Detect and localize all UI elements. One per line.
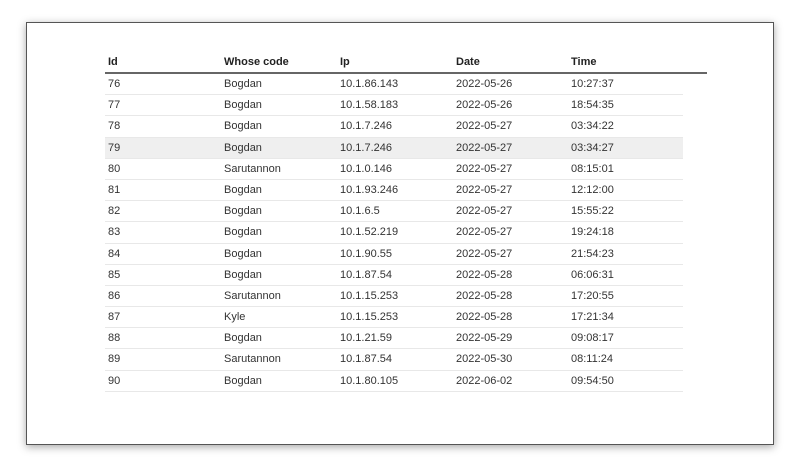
cell-time: 09:54:50 <box>571 374 614 387</box>
cell-ip: 10.1.52.219 <box>340 226 399 239</box>
cell-whose-code: Sarutannon <box>224 289 281 302</box>
table-row[interactable]: 80 Sarutannon 10.1.0.146 2022-05-27 08:15:01 <box>105 159 683 180</box>
cell-date: 2022-05-27 <box>456 141 513 154</box>
cell-time: 09:08:17 <box>571 332 614 345</box>
cell-date: 2022-05-28 <box>456 268 513 281</box>
cell-whose-code: Bogdan <box>224 205 262 218</box>
log-table: Id Whose code Ip Date Time 76 Bogdan 10.1.… <box>105 51 707 392</box>
cell-time: 06:06:31 <box>571 268 614 281</box>
table-row[interactable]: 86 Sarutannon 10.1.15.253 2022-05-28 17:20:5… <box>105 286 683 308</box>
cell-whose-code: Bogdan <box>224 99 262 112</box>
cell-date: 2022-05-29 <box>456 332 513 345</box>
cell-whose-code: Bogdan <box>224 247 262 260</box>
cell-date: 2022-05-28 <box>456 311 513 324</box>
table-row[interactable]: 78 Bogdan 10.1.7.246 2022-05-27 03:34:22 <box>105 116 683 138</box>
cell-id: 90 <box>108 374 121 387</box>
cell-ip: 10.1.15.253 <box>340 289 399 302</box>
cell-whose-code: Bogdan <box>224 78 262 90</box>
table-row[interactable]: 83 Bogdan 10.1.52.219 2022-05-27 19:24:18 <box>105 222 683 244</box>
cell-id: 76 <box>108 78 121 90</box>
cell-ip: 10.1.90.55 <box>340 247 392 260</box>
cell-id: 83 <box>108 226 121 239</box>
cell-time: 17:20:55 <box>571 289 614 302</box>
table-row[interactable]: 79 Bogdan 10.1.7.246 2022-05-27 03:34:27 <box>105 137 683 159</box>
cell-date: 2022-05-30 <box>456 353 513 366</box>
cell-date: 2022-05-27 <box>456 162 513 175</box>
cell-date: 2022-05-27 <box>456 247 513 260</box>
cell-ip: 10.1.7.246 <box>340 141 392 154</box>
cell-time: 18:54:35 <box>571 99 614 112</box>
cell-id: 82 <box>108 205 121 218</box>
table-row[interactable]: 76 Bogdan 10.1.86.143 2022-05-26 10:27:37 <box>105 74 683 96</box>
cell-whose-code: Bogdan <box>224 332 262 345</box>
cell-id: 81 <box>108 183 121 196</box>
cell-whose-code: Bogdan <box>224 374 262 387</box>
cell-whose-code: Bogdan <box>224 226 262 239</box>
cell-whose-code: Bogdan <box>224 268 262 281</box>
cell-whose-code: Kyle <box>224 311 246 324</box>
cell-whose-code: Sarutannon <box>224 162 281 175</box>
cell-whose-code: Bogdan <box>224 183 262 196</box>
table-row[interactable]: 90 Bogdan 10.1.80.105 2022-06-02 09:54:50 <box>105 371 683 392</box>
cell-id: 85 <box>108 268 121 281</box>
cell-date: 2022-05-27 <box>456 120 513 133</box>
cell-date: 2022-05-28 <box>456 289 513 302</box>
cell-whose-code: Bogdan <box>224 120 262 133</box>
cell-id: 89 <box>108 353 121 366</box>
header-id[interactable]: Id <box>108 56 118 68</box>
table-row[interactable]: 82 Bogdan 10.1.6.5 2022-05-27 15:55:22 <box>105 201 683 223</box>
cell-date: 2022-05-27 <box>456 205 513 218</box>
table-row[interactable]: 81 Bogdan 10.1.93.246 2022-05-27 12:12:00 <box>105 180 683 202</box>
cell-time: 10:27:37 <box>571 78 614 90</box>
cell-id: 79 <box>108 141 121 154</box>
cell-whose-code: Bogdan <box>224 141 262 154</box>
cell-id: 78 <box>108 120 121 133</box>
table-body: 76 Bogdan 10.1.86.143 2022-05-26 10:27:37 77 B… <box>105 74 707 392</box>
cell-ip: 10.1.58.183 <box>340 99 399 112</box>
cell-time: 08:15:01 <box>571 162 614 175</box>
header-whose-code[interactable]: Whose code <box>224 56 289 68</box>
header-date[interactable]: Date <box>456 56 480 68</box>
cell-id: 84 <box>108 247 121 260</box>
cell-ip: 10.1.0.146 <box>340 162 392 175</box>
cell-time: 12:12:00 <box>571 183 614 196</box>
table-row[interactable]: 89 Sarutannon 10.1.87.54 2022-05-30 08:11:24 <box>105 349 683 371</box>
cell-date: 2022-05-27 <box>456 183 513 196</box>
app-window: Id Whose code Ip Date Time 76 Bogdan 10.1.… <box>26 22 774 445</box>
cell-ip: 10.1.15.253 <box>340 311 399 324</box>
cell-time: 19:24:18 <box>571 226 614 239</box>
cell-id: 77 <box>108 99 121 112</box>
cell-time: 21:54:23 <box>571 247 614 260</box>
cell-ip: 10.1.87.54 <box>340 353 392 366</box>
table-row[interactable]: 77 Bogdan 10.1.58.183 2022-05-26 18:54:35 <box>105 95 683 117</box>
table-row[interactable]: 87 Kyle 10.1.15.253 2022-05-28 17:21:34 <box>105 307 683 329</box>
cell-ip: 10.1.21.59 <box>340 332 392 345</box>
cell-ip: 10.1.86.143 <box>340 78 399 90</box>
header-ip[interactable]: Ip <box>340 56 350 68</box>
cell-ip: 10.1.93.246 <box>340 183 399 196</box>
cell-time: 03:34:22 <box>571 120 614 133</box>
cell-whose-code: Sarutannon <box>224 353 281 366</box>
cell-time: 17:21:34 <box>571 311 614 324</box>
cell-ip: 10.1.7.246 <box>340 120 392 133</box>
table-row[interactable]: 85 Bogdan 10.1.87.54 2022-05-28 06:06:31 <box>105 265 683 286</box>
table-header: Id Whose code Ip Date Time <box>105 51 707 74</box>
cell-date: 2022-05-27 <box>456 226 513 239</box>
cell-ip: 10.1.87.54 <box>340 268 392 281</box>
cell-time: 08:11:24 <box>571 353 614 366</box>
cell-ip: 10.1.6.5 <box>340 205 380 218</box>
cell-time: 15:55:22 <box>571 205 614 218</box>
cell-date: 2022-05-26 <box>456 99 513 112</box>
cell-date: 2022-06-02 <box>456 374 513 387</box>
cell-id: 80 <box>108 162 121 175</box>
cell-date: 2022-05-26 <box>456 78 513 90</box>
table-row[interactable]: 84 Bogdan 10.1.90.55 2022-05-27 21:54:23 <box>105 244 683 265</box>
cell-ip: 10.1.80.105 <box>340 374 399 387</box>
cell-id: 86 <box>108 289 121 302</box>
cell-time: 03:34:27 <box>571 141 614 154</box>
cell-id: 87 <box>108 311 121 324</box>
header-time[interactable]: Time <box>571 56 596 68</box>
table-row[interactable]: 88 Bogdan 10.1.21.59 2022-05-29 09:08:17 <box>105 328 683 350</box>
cell-id: 88 <box>108 332 121 345</box>
